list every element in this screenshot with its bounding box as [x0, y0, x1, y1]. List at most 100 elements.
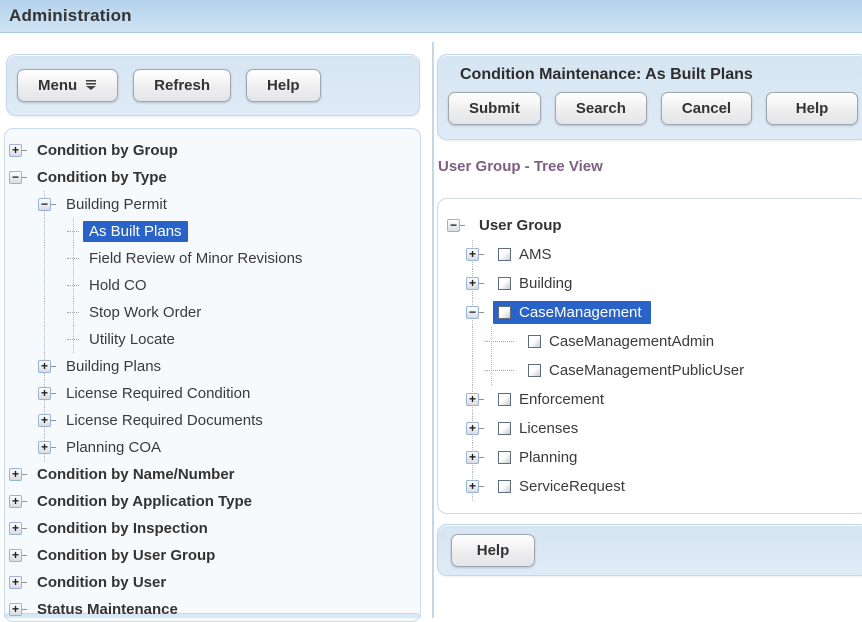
- expand-plus-icon[interactable]: +: [9, 522, 22, 535]
- tree-item[interactable]: Licenses: [493, 417, 587, 440]
- tree-item-label[interactable]: Building Plans: [66, 358, 161, 375]
- tree-item[interactable]: Planning COA: [60, 437, 167, 458]
- tree-item[interactable]: Status Maintenance: [31, 599, 184, 620]
- tree-item-label[interactable]: Planning COA: [66, 439, 161, 456]
- tree-item[interactable]: Condition by User Group: [31, 545, 221, 566]
- expand-plus-icon[interactable]: +: [9, 603, 22, 616]
- tree-item-label[interactable]: CaseManagementPublicUser: [549, 362, 744, 379]
- tree-item-label[interactable]: Enforcement: [519, 391, 604, 408]
- expand-plus-icon[interactable]: +: [38, 441, 51, 454]
- tree-item-label[interactable]: As Built Plans: [89, 223, 182, 240]
- expand-plus-icon[interactable]: +: [466, 451, 479, 464]
- expand-plus-icon[interactable]: +: [466, 393, 479, 406]
- tree-item-label[interactable]: Building Permit: [66, 196, 167, 213]
- tree-item-label[interactable]: Utility Locate: [89, 331, 175, 348]
- tree-connector: [479, 486, 484, 487]
- expand-plus-icon[interactable]: +: [9, 495, 22, 508]
- cancel-button[interactable]: Cancel: [661, 92, 752, 125]
- tree-item-label[interactable]: License Required Documents: [66, 412, 263, 429]
- expand-plus-icon[interactable]: +: [466, 277, 479, 290]
- tree-item[interactable]: License Required Condition: [60, 383, 256, 404]
- expand-plus-icon[interactable]: +: [466, 248, 479, 261]
- tree-item-label[interactable]: CaseManagement: [519, 304, 642, 321]
- tree-item-label[interactable]: Field Review of Minor Revisions: [89, 250, 302, 267]
- tree-item-label[interactable]: Condition by Inspection: [37, 520, 208, 537]
- refresh-button-label: Refresh: [154, 77, 210, 94]
- tree-item[interactable]: Condition by User: [31, 572, 172, 593]
- tree-item[interactable]: CaseManagementPublicUser: [523, 359, 753, 382]
- collapse-minus-icon[interactable]: −: [466, 306, 479, 319]
- expand-plus-icon[interactable]: +: [466, 422, 479, 435]
- tree-item[interactable]: Condition by Application Type: [31, 491, 258, 512]
- tree-item-label[interactable]: Hold CO: [89, 277, 147, 294]
- checkbox[interactable]: [528, 364, 541, 377]
- collapse-minus-icon[interactable]: −: [38, 198, 51, 211]
- submit-button[interactable]: Submit: [448, 92, 541, 125]
- tree-item-label[interactable]: AMS: [519, 246, 552, 263]
- tree-item[interactable]: Condition by Inspection: [31, 518, 214, 539]
- checkbox[interactable]: [498, 422, 511, 435]
- tree-item-label[interactable]: Condition by Type: [37, 169, 167, 186]
- help-button-top[interactable]: Help: [766, 92, 858, 125]
- expand-plus-icon[interactable]: +: [38, 360, 51, 373]
- help-button-bottom[interactable]: Help: [451, 534, 535, 567]
- tree-item-label[interactable]: Condition by User Group: [37, 547, 215, 564]
- expand-plus-icon[interactable]: +: [466, 480, 479, 493]
- tree-item-label[interactable]: License Required Condition: [66, 385, 250, 402]
- tree-item[interactable]: ServiceRequest: [493, 475, 634, 498]
- checkbox[interactable]: [498, 451, 511, 464]
- expand-plus-icon[interactable]: +: [9, 468, 22, 481]
- checkbox[interactable]: [498, 306, 511, 319]
- tree-item-label[interactable]: Status Maintenance: [37, 601, 178, 618]
- tree-item[interactable]: Field Review of Minor Revisions: [83, 248, 308, 269]
- tree-item-label[interactable]: Condition by Name/Number: [37, 466, 235, 483]
- tree-item-label[interactable]: User Group: [479, 217, 562, 234]
- tree-item-label[interactable]: Building: [519, 275, 572, 292]
- tree-item[interactable]: Condition by Name/Number: [31, 464, 241, 485]
- collapse-minus-icon[interactable]: −: [447, 219, 460, 232]
- checkbox[interactable]: [498, 248, 511, 261]
- tree-item[interactable]: Enforcement: [493, 388, 613, 411]
- collapse-minus-icon[interactable]: −: [9, 171, 22, 184]
- tree-item-selected[interactable]: CaseManagement: [493, 301, 651, 324]
- tree-connector: [51, 393, 56, 394]
- tree-item-label[interactable]: Condition by User: [37, 574, 166, 591]
- expand-plus-icon[interactable]: +: [9, 144, 22, 157]
- checkbox[interactable]: [498, 393, 511, 406]
- tree-item-selected[interactable]: As Built Plans: [83, 221, 188, 242]
- tree-item[interactable]: License Required Documents: [60, 410, 269, 431]
- checkbox[interactable]: [498, 480, 511, 493]
- tree-guide-line: [73, 299, 74, 326]
- tree-item[interactable]: CaseManagementAdmin: [523, 330, 723, 353]
- tree-item-label[interactable]: Condition by Application Type: [37, 493, 252, 510]
- tree-item[interactable]: Building Permit: [60, 194, 173, 215]
- checkbox[interactable]: [498, 277, 511, 290]
- tree-item[interactable]: Building: [493, 272, 581, 295]
- refresh-button[interactable]: Refresh: [133, 69, 231, 102]
- expand-plus-icon[interactable]: +: [9, 576, 22, 589]
- tree-item[interactable]: Utility Locate: [83, 329, 181, 350]
- tree-item-label[interactable]: Stop Work Order: [89, 304, 201, 321]
- tree-item[interactable]: Condition by Group: [31, 140, 184, 161]
- help-button-left[interactable]: Help: [246, 69, 321, 102]
- search-button[interactable]: Search: [555, 92, 647, 125]
- checkbox[interactable]: [528, 335, 541, 348]
- expand-plus-icon[interactable]: +: [38, 387, 51, 400]
- tree-item-label[interactable]: Planning: [519, 449, 577, 466]
- tree-item[interactable]: Hold CO: [83, 275, 153, 296]
- tree-item[interactable]: Stop Work Order: [83, 302, 207, 323]
- tree-item-label[interactable]: ServiceRequest: [519, 478, 625, 495]
- tree-item[interactable]: Building Plans: [60, 356, 167, 377]
- tree-item[interactable]: Condition by Type: [31, 167, 173, 188]
- condition-maintenance-title: Condition Maintenance: As Built Plans: [448, 66, 858, 84]
- tree-item[interactable]: AMS: [493, 243, 561, 266]
- tree-item[interactable]: Planning: [493, 446, 586, 469]
- tree-item-label[interactable]: Condition by Group: [37, 142, 178, 159]
- tree-item[interactable]: User Group: [474, 214, 571, 237]
- expand-plus-icon[interactable]: +: [38, 414, 51, 427]
- tree-item-label[interactable]: Licenses: [519, 420, 578, 437]
- tree-item-label[interactable]: CaseManagementAdmin: [549, 333, 714, 350]
- tree-item-row: CaseManagementPublicUser: [438, 356, 862, 385]
- menu-button[interactable]: Menu: [17, 69, 118, 102]
- expand-plus-icon[interactable]: +: [9, 549, 22, 562]
